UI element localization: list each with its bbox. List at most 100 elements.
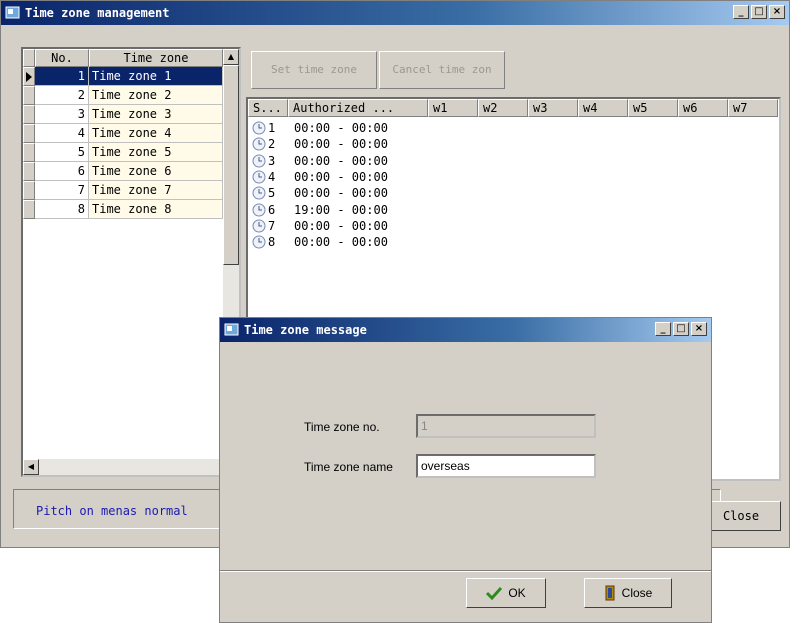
dialog-minimize-button[interactable]: _ — [655, 322, 671, 336]
time-zone-name-cell[interactable]: Time zone 3 — [89, 105, 223, 124]
column-header-w6[interactable]: w6 — [678, 99, 728, 117]
time-zone-no-cell[interactable]: 5 — [35, 143, 89, 162]
clock-icon — [252, 219, 266, 233]
row-indicator[interactable] — [23, 162, 35, 181]
authorized-time-range[interactable]: 00:00 - 00:00 — [286, 170, 434, 184]
authorized-time-range[interactable]: 00:00 - 00:00 — [286, 235, 434, 249]
time-zone-row[interactable]: 7 Time zone 7 — [23, 181, 223, 200]
segment-id: 7 — [268, 218, 276, 233]
authorized-time-range[interactable]: 00:00 - 00:00 — [286, 219, 434, 233]
column-header-w2[interactable]: w2 — [478, 99, 528, 117]
time-zone-row[interactable]: 3 Time zone 3 — [23, 105, 223, 124]
time-zone-no-cell[interactable]: 3 — [35, 105, 89, 124]
time-zone-name-cell[interactable]: Time zone 5 — [89, 143, 223, 162]
time-zone-no-cell[interactable]: 7 — [35, 181, 89, 200]
ok-button-label: OK — [508, 586, 526, 600]
ok-button[interactable]: OK — [466, 578, 546, 608]
column-header-w4[interactable]: w4 — [578, 99, 628, 117]
set-time-zone-button[interactable]: Set time zone — [251, 51, 377, 89]
row-indicator[interactable] — [23, 67, 35, 86]
time-zone-no-cell[interactable]: 1 — [35, 67, 89, 86]
time-zone-name-cell[interactable]: Time zone 2 — [89, 86, 223, 105]
column-header-w1[interactable]: w1 — [428, 99, 478, 117]
segment-row[interactable]: 3 00:00 - 00:00 — [248, 153, 434, 169]
segment-row[interactable]: 4 00:00 - 00:00 — [248, 169, 434, 185]
row-indicator[interactable] — [23, 105, 35, 124]
door-exit-icon — [605, 585, 615, 601]
column-header-time-zone[interactable]: Time zone — [89, 49, 223, 67]
time-zone-message-dialog: Time zone message _ □ × Time zone no. 1 … — [219, 317, 712, 623]
time-zone-no-label: Time zone no. — [304, 420, 380, 434]
time-zone-row[interactable]: 5 Time zone 5 — [23, 143, 223, 162]
close-window-button[interactable]: × — [769, 5, 785, 19]
authorized-time-range[interactable]: 00:00 - 00:00 — [286, 137, 434, 151]
segment-row[interactable]: 7 00:00 - 00:00 — [248, 218, 434, 234]
segment-row[interactable]: 2 00:00 - 00:00 — [248, 136, 434, 152]
row-indicator[interactable] — [23, 181, 35, 200]
minimize-button[interactable]: _ — [733, 5, 749, 19]
time-zone-no-cell[interactable]: 2 — [35, 86, 89, 105]
segment-id: 3 — [268, 153, 276, 168]
horizontal-scrollbar[interactable]: ◀ ▶ — [23, 459, 239, 475]
authorized-time-range[interactable]: 19:00 - 00:00 — [286, 203, 434, 217]
time-zone-name-field[interactable]: overseas — [416, 454, 596, 478]
row-indicator[interactable] — [23, 143, 35, 162]
segment-row[interactable]: 8 00:00 - 00:00 — [248, 234, 434, 250]
clock-icon — [252, 235, 266, 249]
clock-icon — [252, 170, 266, 184]
time-zone-name-cell[interactable]: Time zone 6 — [89, 162, 223, 181]
current-row-arrow-icon — [26, 72, 32, 82]
column-header-no[interactable]: No. — [35, 49, 89, 67]
dialog-close-button[interactable]: Close — [584, 578, 672, 608]
column-header-segment[interactable]: S... — [248, 99, 288, 117]
column-header-w5[interactable]: w5 — [628, 99, 678, 117]
time-zone-name-cell[interactable]: Time zone 8 — [89, 200, 223, 219]
app-icon — [5, 6, 20, 19]
time-zone-no-cell[interactable]: 8 — [35, 200, 89, 219]
cancel-time-zone-button[interactable]: Cancel time zon — [379, 51, 505, 89]
row-indicator[interactable] — [23, 124, 35, 143]
row-indicator[interactable] — [23, 200, 35, 219]
column-header-authorized[interactable]: Authorized ... — [288, 99, 428, 117]
segment-id: 8 — [268, 235, 276, 250]
time-zone-list-header: No. Time zone — [23, 49, 223, 67]
main-title-bar[interactable]: Time zone management _ □ × — [1, 1, 789, 25]
segment-id: 6 — [268, 202, 276, 217]
maximize-button[interactable]: □ — [751, 5, 767, 19]
segment-row[interactable]: 6 19:00 - 00:00 — [248, 202, 434, 218]
time-zone-list-grid[interactable]: No. Time zone 1 Time zone 1 2 Time zone 23T… — [21, 47, 241, 477]
dialog-separator — [220, 570, 711, 572]
column-header-w7[interactable]: w7 — [728, 99, 778, 117]
time-zone-name-cell[interactable]: Time zone 4 — [89, 124, 223, 143]
time-zone-row[interactable]: 6 Time zone 6 — [23, 162, 223, 181]
segment-row[interactable]: 5 00:00 - 00:00 — [248, 185, 434, 201]
clock-icon — [252, 154, 266, 168]
time-zone-row[interactable]: 8 Time zone 8 — [23, 200, 223, 219]
time-zone-row[interactable]: 4 Time zone 4 — [23, 124, 223, 143]
segment-row[interactable]: 1 00:00 - 00:00 — [248, 120, 434, 136]
authorized-time-range[interactable]: 00:00 - 00:00 — [286, 186, 434, 200]
time-zone-row[interactable]: 1 Time zone 1 — [23, 67, 223, 86]
scroll-left-arrow-icon[interactable]: ◀ — [23, 459, 39, 475]
vertical-scroll-thumb[interactable] — [223, 65, 239, 265]
time-zone-row[interactable]: 2 Time zone 2 — [23, 86, 223, 105]
time-zone-name-cell[interactable]: Time zone 1 — [89, 67, 223, 86]
close-button[interactable]: Close — [701, 501, 781, 531]
time-zone-no-field: 1 — [416, 414, 596, 438]
row-indicator[interactable] — [23, 86, 35, 105]
dialog-close-window-button[interactable]: × — [691, 322, 707, 336]
time-zone-no-cell[interactable]: 4 — [35, 124, 89, 143]
authorized-time-range[interactable]: 00:00 - 00:00 — [286, 121, 434, 135]
dialog-maximize-button[interactable]: □ — [673, 322, 689, 336]
dialog-title: Time zone message — [244, 323, 367, 337]
authorized-time-range[interactable]: 00:00 - 00:00 — [286, 154, 434, 168]
scroll-up-arrow-icon[interactable]: ▲ — [223, 49, 239, 65]
clock-icon — [252, 186, 266, 200]
checkmark-icon — [486, 586, 503, 600]
time-zone-name-cell[interactable]: Time zone 7 — [89, 181, 223, 200]
time-zone-no-cell[interactable]: 6 — [35, 162, 89, 181]
segments-header: S... Authorized ... w1 w2 w3 w4 w5 w6 w7 — [248, 99, 778, 117]
column-header-w3[interactable]: w3 — [528, 99, 578, 117]
dialog-title-bar[interactable]: Time zone message _ □ × — [220, 318, 711, 342]
segment-id: 5 — [268, 186, 276, 201]
